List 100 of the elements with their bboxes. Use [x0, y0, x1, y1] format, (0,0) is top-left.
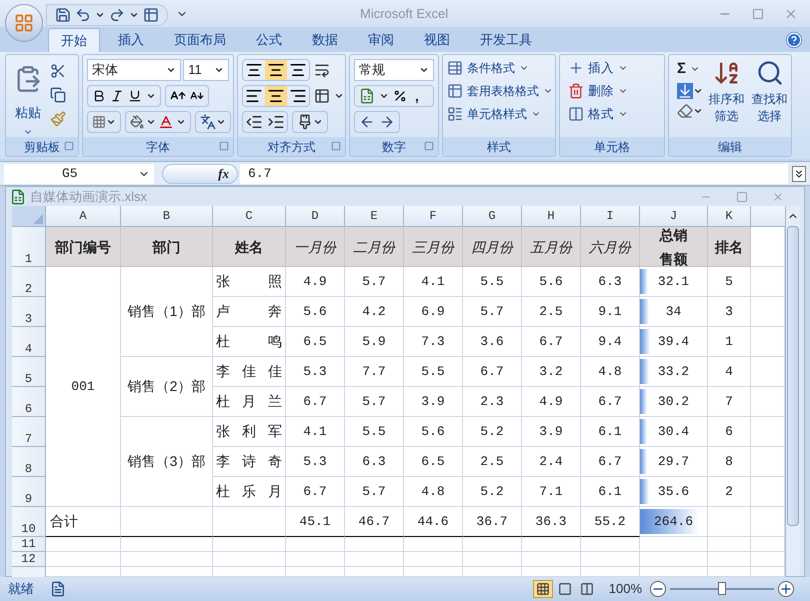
- zoom-level: 100%: [608, 580, 642, 598]
- comma-style-button[interactable]: ,: [411, 86, 423, 106]
- empty-cell: [581, 537, 640, 552]
- table-cell: 5.6: [286, 297, 345, 327]
- row-header: 6: [12, 387, 46, 417]
- dialog-launcher-icon[interactable]: [424, 141, 434, 151]
- dropdown-caret-icon: [176, 117, 186, 127]
- save-icon[interactable]: [55, 6, 71, 22]
- row-header: 1: [12, 227, 46, 267]
- ribbon-tab[interactable]: 审阅: [356, 28, 406, 52]
- column-header: I: [581, 206, 640, 227]
- view-button[interactable]: [532, 580, 553, 598]
- insert-function-button[interactable]: fx: [162, 164, 238, 184]
- table-cell: 45.1: [286, 507, 345, 537]
- ribbon-tab[interactable]: 数据: [300, 28, 350, 52]
- font-name-field[interactable]: 宋体: [87, 59, 182, 81]
- dropdown-caret-icon: [216, 117, 226, 127]
- empty-cell: [463, 537, 522, 552]
- column-title: 六月份: [581, 227, 640, 267]
- font-color-icon[interactable]: [158, 114, 174, 130]
- column-title: 一月份: [286, 227, 345, 267]
- merge-center-icon[interactable]: [314, 88, 330, 104]
- underline-icon[interactable]: [128, 89, 142, 103]
- table-cell: 5.7: [345, 267, 404, 297]
- merge-cells-icon[interactable]: [143, 6, 159, 22]
- cut-icon[interactable]: [50, 63, 66, 79]
- table-cell: 001: [46, 267, 121, 507]
- table-cell: 7.1: [522, 477, 581, 507]
- cell-menu-button[interactable]: 格式: [568, 105, 628, 123]
- table-cell: 2.4: [522, 447, 581, 477]
- table-cell: 4.9: [286, 267, 345, 297]
- ribbon-tab[interactable]: 页面布局: [162, 28, 238, 52]
- paste-button[interactable]: 粘贴: [10, 59, 46, 137]
- column-header: A: [46, 206, 121, 227]
- row-header: 9: [12, 477, 46, 507]
- cell-menu-button[interactable]: 插入: [568, 59, 628, 77]
- zoom-in-button[interactable]: [778, 581, 794, 597]
- cell-value: 39.4: [658, 332, 690, 351]
- dialog-launcher-icon[interactable]: [331, 141, 341, 151]
- style-icon: [447, 83, 463, 99]
- phonetic-guide-icon[interactable]: [200, 114, 216, 130]
- autosum-button[interactable]: Σ: [677, 59, 703, 79]
- sort-filter-button[interactable]: 排序和筛选: [707, 59, 746, 137]
- align-center-icon[interactable]: [265, 86, 287, 106]
- wrap-text-icon[interactable]: [314, 62, 330, 78]
- number-format-field[interactable]: 常规: [354, 59, 434, 81]
- table-cell: 6: [708, 417, 751, 447]
- ribbon-tab[interactable]: 开始: [48, 28, 100, 52]
- table-cell: 4.8: [404, 477, 463, 507]
- cells-icon: [568, 106, 584, 122]
- dropdown-caret-icon: [214, 65, 224, 75]
- table-cell: 5.6: [522, 267, 581, 297]
- dialog-launcher-icon[interactable]: [64, 141, 74, 151]
- find-select-button[interactable]: 查找和选择: [750, 59, 789, 137]
- middle-align-icon[interactable]: [265, 60, 287, 80]
- group-label: 剪贴板: [24, 138, 60, 156]
- dropdown-caret-icon: [166, 65, 176, 75]
- ribbon-tab[interactable]: 插入: [106, 28, 156, 52]
- dialog-launcher-icon[interactable]: [219, 141, 229, 151]
- percent-icon[interactable]: [393, 89, 407, 103]
- borders-icon[interactable]: [92, 115, 106, 129]
- table-cell: 5.5: [345, 417, 404, 447]
- zoom-slider-thumb[interactable]: [718, 582, 726, 595]
- cell-value: 30.4: [658, 422, 690, 441]
- redo-icon[interactable]: [109, 6, 125, 22]
- formula-input[interactable]: 6.7: [240, 164, 788, 184]
- ribbon-tab[interactable]: 公式: [244, 28, 294, 52]
- ribbon-tab[interactable]: 开发工具: [468, 28, 544, 52]
- style-menu-button[interactable]: 条件格式: [447, 59, 553, 77]
- ribbon-tab[interactable]: 视图: [412, 28, 462, 52]
- table-cell: 张利军: [213, 417, 286, 447]
- empty-cell: [286, 552, 345, 567]
- expand-formula-bar-icon[interactable]: [792, 166, 806, 182]
- fill-icon[interactable]: [677, 83, 693, 99]
- row-header: 8: [12, 447, 46, 477]
- format-painter-icon[interactable]: [50, 111, 66, 127]
- copy-icon[interactable]: [50, 87, 66, 103]
- clear-icon[interactable]: [677, 103, 693, 119]
- table-cell: 5.6: [404, 417, 463, 447]
- style-menu-button[interactable]: 单元格样式: [447, 105, 553, 123]
- empty-cell: [640, 552, 708, 567]
- cell-value: 32.1: [658, 272, 690, 291]
- zoom-out-button[interactable]: [650, 581, 666, 597]
- table-cell: 6.7: [286, 387, 345, 417]
- macro-record-icon[interactable]: [50, 581, 66, 597]
- dropdown-caret-icon: [419, 65, 429, 75]
- vertical-scrollbar[interactable]: [785, 206, 800, 576]
- table-cell: 3.9: [404, 387, 463, 417]
- cell-menu-button[interactable]: 删除: [568, 82, 628, 100]
- style-menu-button[interactable]: 套用表格格式: [447, 82, 553, 100]
- table-cell: 4.1: [286, 417, 345, 447]
- bold-icon[interactable]: [92, 89, 106, 103]
- name-box[interactable]: G5: [4, 164, 154, 184]
- table-cell: 44.6: [404, 507, 463, 537]
- table-cell: 李佳佳: [213, 357, 286, 387]
- fill-color-icon[interactable]: [130, 115, 144, 129]
- italic-icon[interactable]: [110, 89, 124, 103]
- font-size-field[interactable]: 11: [183, 59, 229, 81]
- help-icon[interactable]: [786, 32, 802, 48]
- undo-icon[interactable]: [75, 6, 91, 22]
